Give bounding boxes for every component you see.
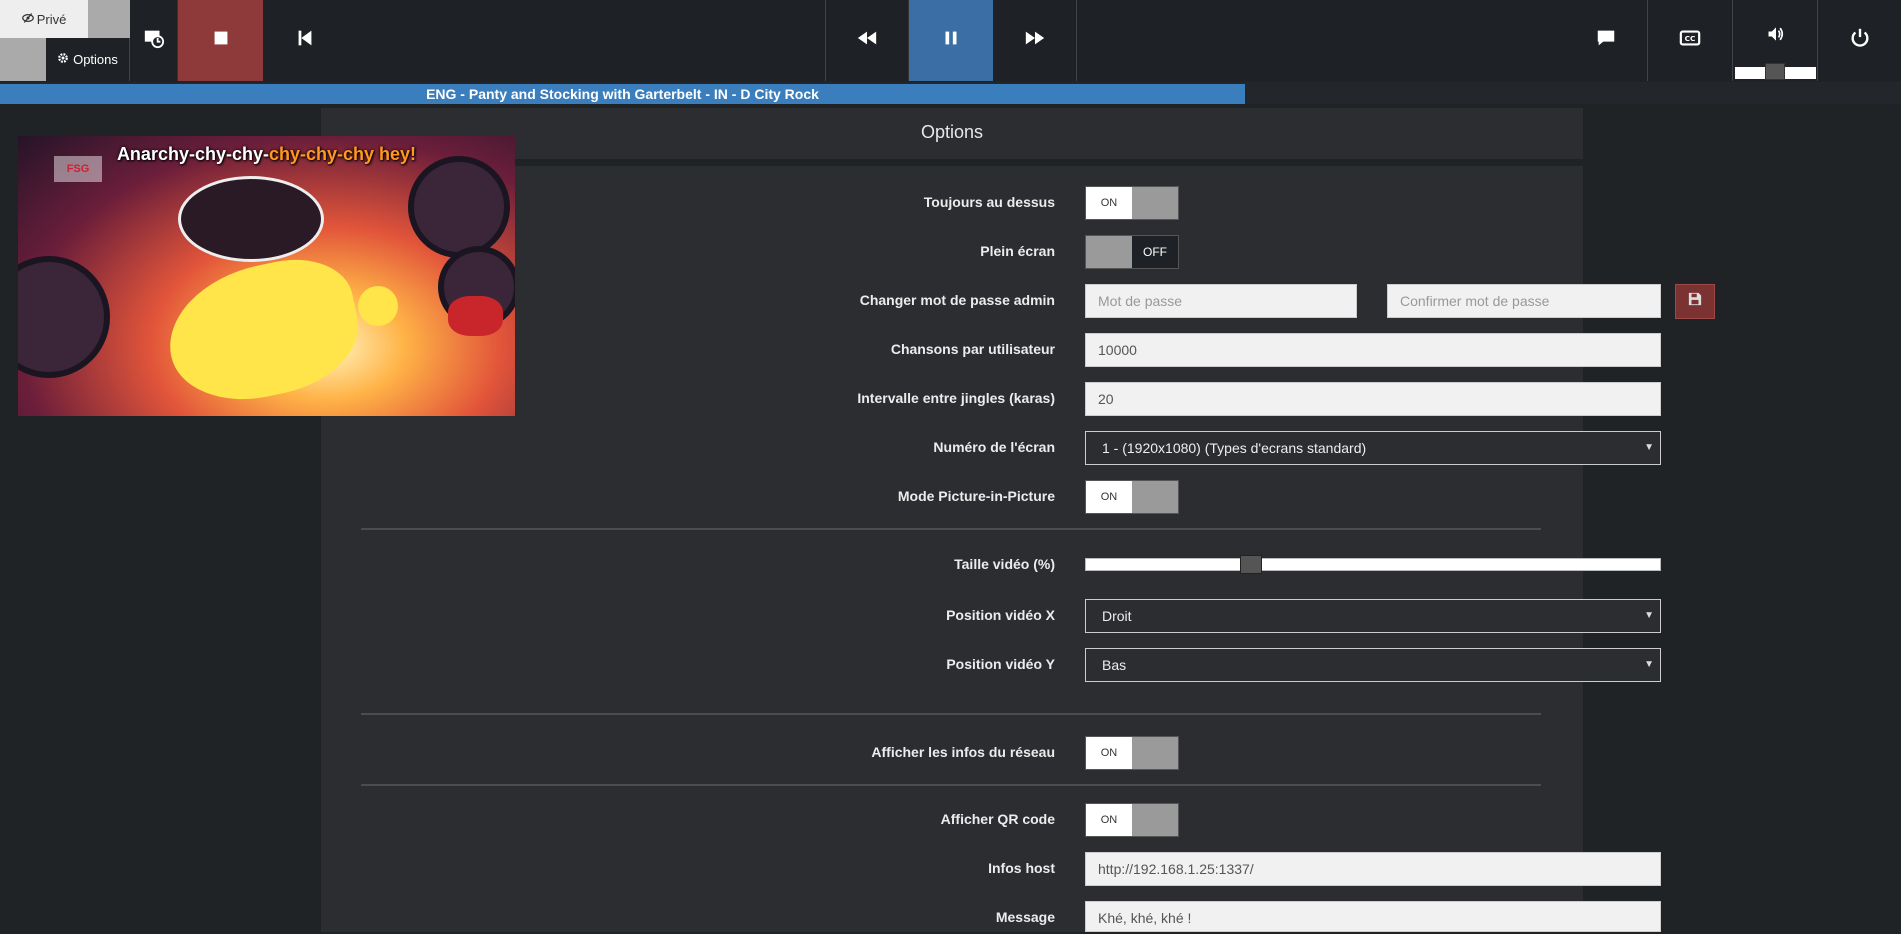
toggle-state-label: ON	[1086, 481, 1132, 513]
video-size-label: Taille vidéo (%)	[954, 556, 1055, 572]
video-position-x-select[interactable]: Droit ▼	[1085, 599, 1661, 633]
closed-captions-icon: CC	[1679, 27, 1701, 54]
speaker-graphic	[18, 256, 110, 378]
history-icon	[143, 27, 165, 54]
fullscreen-toggle[interactable]: OFF	[1085, 235, 1179, 269]
stop-icon	[210, 27, 232, 54]
private-mode-label: Privé	[36, 11, 67, 27]
toolbar-spacer	[88, 0, 130, 38]
password-input[interactable]: Mot de passe	[1085, 284, 1357, 318]
floppy-disk-icon	[1688, 292, 1702, 311]
video-size-slider-track[interactable]	[1085, 558, 1661, 571]
rewind-icon	[856, 27, 878, 54]
volume-button[interactable]	[1733, 18, 1818, 54]
top-toolbar: Privé Options CC	[0, 0, 1901, 81]
comment-icon	[1595, 27, 1617, 54]
restart-song-button[interactable]	[263, 0, 347, 81]
stop-button[interactable]	[178, 0, 263, 81]
select-value: Bas	[1102, 657, 1127, 673]
lyrics-sung: Anarchy-chy-chy-	[116, 144, 269, 164]
karaoke-lyrics: Anarchy-chy-chy-chy-chy-chy hey!	[18, 144, 515, 165]
power-icon	[1849, 27, 1871, 54]
toolbar-spacer	[0, 38, 46, 81]
video-size-slider-handle[interactable]	[1240, 555, 1262, 574]
section-divider	[361, 528, 1541, 530]
now-playing-title: ENG - Panty and Stocking with Garterbelt…	[426, 86, 819, 102]
history-button[interactable]	[130, 0, 178, 81]
toggle-state-label: OFF	[1132, 236, 1178, 268]
subtitles-button[interactable]: CC	[1648, 0, 1733, 81]
video-position-x-label: Position vidéo X	[946, 607, 1055, 623]
power-button[interactable]	[1818, 0, 1901, 81]
jingle-interval-input[interactable]: 20	[1085, 382, 1661, 416]
screen-number-label: Numéro de l'écran	[933, 439, 1055, 455]
save-password-button[interactable]	[1675, 284, 1715, 319]
screen-number-select[interactable]: 1 - (1920x1080) (Types d'ecrans standard…	[1085, 431, 1661, 465]
toggle-state-label: ON	[1086, 187, 1132, 219]
speaker-graphic	[408, 156, 510, 258]
message-input[interactable]: Khé, khé, khé !	[1085, 901, 1661, 932]
pip-mode-toggle[interactable]: ON	[1085, 480, 1179, 514]
skip-back-icon	[294, 27, 316, 54]
fast-forward-icon	[1024, 27, 1046, 54]
toggle-state-label: ON	[1086, 737, 1132, 769]
songs-per-user-input[interactable]: 10000	[1085, 333, 1661, 367]
host-info-input[interactable]: http://192.168.1.25:1337/	[1085, 852, 1661, 886]
section-divider	[361, 784, 1541, 786]
caret-down-icon: ▼	[1644, 610, 1654, 621]
video-position-y-select[interactable]: Bas ▼	[1085, 648, 1661, 682]
message-label: Message	[995, 909, 1055, 925]
eye-slash-icon	[21, 12, 34, 27]
gear-icon	[57, 52, 69, 67]
pause-button[interactable]	[909, 0, 993, 81]
network-info-toggle[interactable]: ON	[1085, 736, 1179, 770]
pip-mode-label: Mode Picture-in-Picture	[897, 488, 1055, 504]
select-value: Droit	[1102, 608, 1132, 624]
volume-control	[1733, 0, 1818, 81]
drum-kit-graphic	[178, 176, 324, 262]
character-graphic	[358, 286, 398, 326]
host-info-label: Infos host	[988, 860, 1055, 876]
rewind-button[interactable]	[826, 0, 909, 81]
guitar-graphic	[448, 296, 503, 336]
confirm-password-input[interactable]: Confirmer mot de passe	[1387, 284, 1661, 318]
qr-code-toggle[interactable]: ON	[1085, 803, 1179, 837]
video-preview: FSG Anarchy-chy-chy-chy-chy-chy hey!	[18, 136, 515, 416]
qr-code-label: Afficher QR code	[940, 811, 1055, 827]
message-button[interactable]	[1564, 0, 1648, 81]
section-divider	[361, 713, 1541, 715]
network-info-label: Afficher les infos du réseau	[871, 744, 1055, 760]
toggle-state-label: ON	[1086, 804, 1132, 836]
svg-text:CC: CC	[1685, 34, 1696, 43]
character-hair-graphic	[156, 247, 370, 415]
caret-down-icon: ▼	[1644, 659, 1654, 670]
options-button[interactable]: Options	[46, 38, 130, 81]
volume-icon	[1766, 24, 1786, 49]
volume-slider-handle[interactable]	[1765, 63, 1785, 80]
always-on-top-toggle[interactable]: ON	[1085, 186, 1179, 220]
lyrics-pending: chy-chy-chy hey!	[268, 144, 417, 164]
fast-forward-button[interactable]	[993, 0, 1076, 81]
options-label: Options	[73, 52, 118, 67]
now-playing-progress-bar[interactable]: ENG - Panty and Stocking with Garterbelt…	[0, 84, 1245, 104]
select-value: 1 - (1920x1080) (Types d'ecrans standard…	[1102, 440, 1367, 456]
caret-down-icon: ▼	[1644, 442, 1654, 453]
video-position-y-label: Position vidéo Y	[946, 656, 1055, 672]
private-mode-button[interactable]: Privé	[0, 0, 88, 38]
pause-icon	[940, 27, 962, 54]
